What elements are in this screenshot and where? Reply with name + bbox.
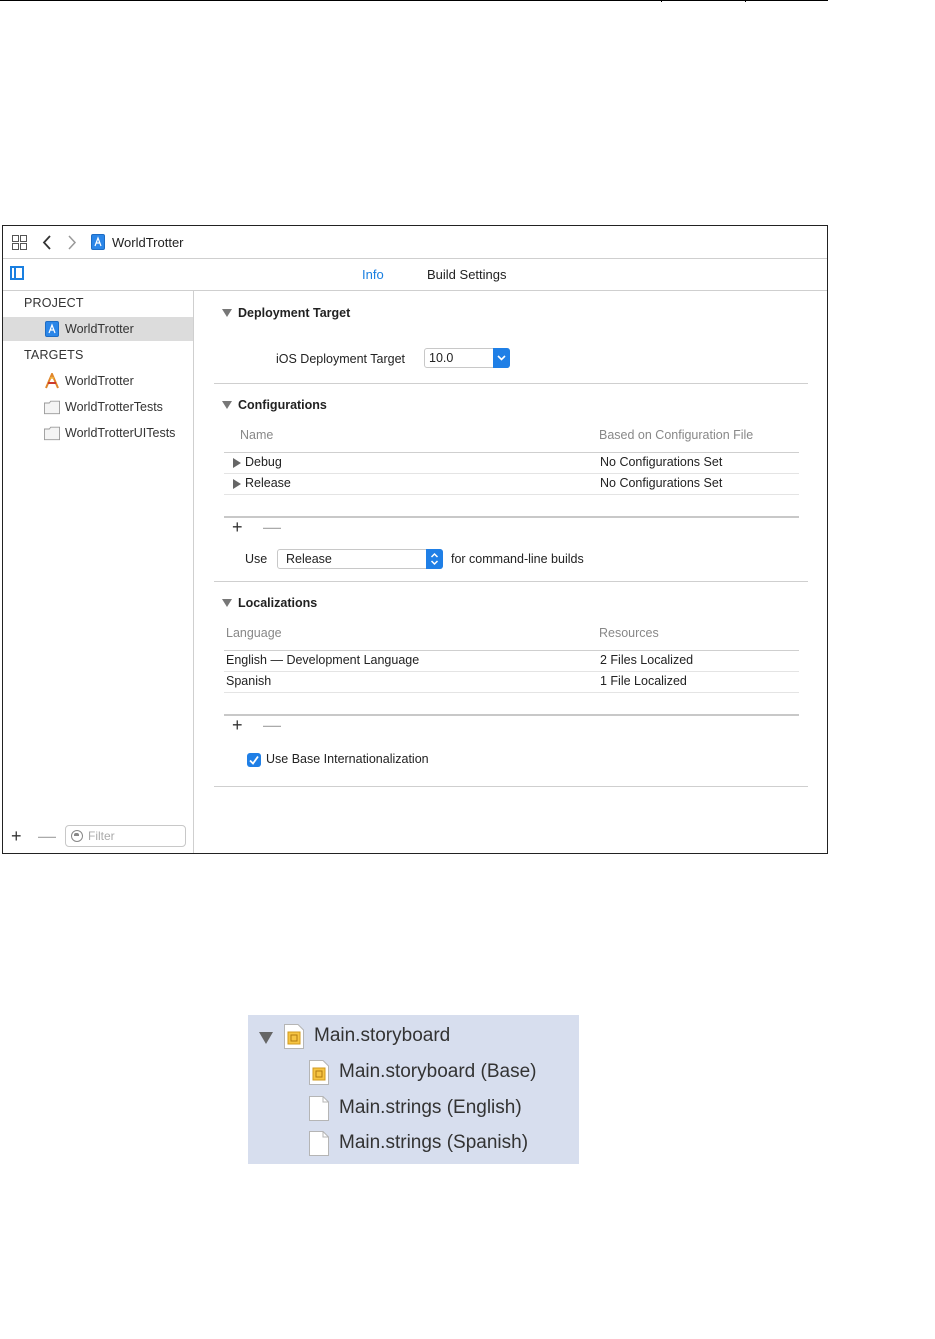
configurations-section-title: Configurations — [238, 398, 327, 412]
strings-file-icon — [309, 1131, 329, 1156]
rule-tick — [661, 0, 662, 2]
remove-configuration-button[interactable]: — — [263, 517, 281, 538]
sidebar-item-target-tests[interactable]: WorldTrotterTests — [3, 395, 193, 419]
row-divider — [224, 671, 799, 672]
row-divider — [224, 692, 799, 693]
resources-count: 2 Files Localized — [600, 653, 694, 667]
row-divider — [224, 473, 799, 474]
section-divider — [214, 581, 808, 582]
project-file-icon — [45, 321, 59, 337]
language-name: English — Development Language — [226, 653, 420, 667]
config-name: Debug — [245, 455, 282, 469]
table-bottom-border — [224, 714, 799, 716]
row-disclosure-triangle[interactable] — [233, 479, 241, 489]
back-chevron-icon[interactable] — [41, 235, 53, 250]
storyboard-file-icon — [284, 1024, 304, 1049]
sidebar-item-label: WorldTrotter — [65, 374, 134, 388]
jump-bar-title[interactable]: WorldTrotter — [112, 235, 184, 250]
tab-info[interactable]: Info — [362, 267, 384, 282]
add-target-button[interactable]: + — [11, 826, 22, 847]
filter-field[interactable] — [65, 825, 186, 847]
sidebar-item-project[interactable]: WorldTrotter — [3, 317, 193, 341]
config-name: Release — [245, 476, 291, 490]
popup-up-down-icon — [426, 549, 443, 569]
section-divider — [214, 383, 808, 384]
test-bundle-icon — [44, 426, 60, 441]
page-top-rule — [0, 0, 828, 2]
add-localization-button[interactable]: + — [232, 715, 243, 736]
rule-tick — [745, 0, 746, 2]
command-line-config-popup[interactable]: Release — [277, 549, 443, 569]
sidebar-item-target-uitests[interactable]: WorldTrotterUITests — [3, 421, 193, 445]
sidebar-item-label: WorldTrotterTests — [65, 400, 163, 414]
targets-section-header: TARGETS — [24, 348, 84, 362]
popup-chevron-down-icon — [493, 348, 510, 368]
project-section-header: PROJECT — [24, 296, 84, 310]
jump-bar: WorldTrotter — [3, 226, 827, 259]
configurations-disclosure-triangle[interactable] — [222, 401, 232, 409]
filter-icon — [71, 830, 83, 842]
deployment-target-value: 10.0 — [429, 351, 454, 365]
sidebar-item-label: WorldTrotterUITests — [65, 426, 176, 440]
group-disclosure-triangle[interactable] — [259, 1032, 273, 1044]
config-file: No Configurations Set — [600, 455, 723, 469]
sidebar-toggle-icon[interactable] — [10, 266, 24, 280]
app-target-icon — [45, 373, 59, 389]
table-bottom-border — [224, 516, 799, 518]
base-internationalization-label[interactable]: Use Base Internationalization — [266, 752, 429, 766]
strings-file-icon — [309, 1096, 329, 1121]
language-name: Spanish — [226, 674, 272, 688]
add-configuration-button[interactable]: + — [232, 517, 243, 538]
checkmark-icon — [249, 755, 259, 765]
deployment-target-popup[interactable]: 10.0 — [424, 348, 510, 368]
column-header-name[interactable]: Name — [240, 428, 273, 442]
column-header-config-file[interactable]: Based on Configuration File — [599, 428, 753, 442]
project-targets-sidebar: PROJECT WorldTrotter TARGETS WorldTrotte… — [3, 291, 194, 853]
xcode-project-window: WorldTrotter Info Build Settings PROJECT… — [2, 225, 828, 854]
filter-input[interactable] — [88, 828, 180, 844]
root-file-label[interactable]: Main.storyboard — [314, 1025, 450, 1047]
sidebar-footer: + — — [3, 823, 193, 853]
table-header-divider — [224, 650, 799, 651]
section-divider — [214, 786, 808, 787]
editor-tab-bar: Info Build Settings — [3, 259, 827, 291]
localizations-disclosure-triangle[interactable] — [222, 599, 232, 607]
test-bundle-icon — [44, 400, 60, 415]
child-file-label[interactable]: Main.storyboard (Base) — [339, 1061, 536, 1083]
sidebar-item-label: WorldTrotter — [65, 322, 134, 336]
use-label: Use — [245, 552, 268, 566]
child-file-label[interactable]: Main.strings (Spanish) — [339, 1132, 528, 1154]
config-file: No Configurations Set — [600, 476, 723, 490]
row-disclosure-triangle[interactable] — [233, 458, 241, 468]
child-file-label[interactable]: Main.strings (English) — [339, 1097, 522, 1119]
remove-localization-button[interactable]: — — [263, 715, 281, 736]
resources-count: 1 File Localized — [600, 674, 687, 688]
tab-build-settings[interactable]: Build Settings — [427, 267, 507, 282]
project-navigator-file-group: Main.storyboard Main.storyboard (Base) M… — [248, 1015, 579, 1164]
remove-target-button[interactable]: — — [38, 826, 56, 847]
forward-chevron-icon[interactable] — [66, 235, 78, 250]
command-line-config-value: Release — [286, 552, 332, 566]
row-divider — [224, 494, 799, 495]
deployment-disclosure-triangle[interactable] — [222, 309, 232, 317]
column-header-resources[interactable]: Resources — [599, 626, 659, 640]
deployment-section-title: Deployment Target — [238, 306, 351, 320]
use-suffix-label: for command-line builds — [451, 552, 584, 566]
project-info-editor: Deployment Target iOS Deployment Target … — [194, 291, 827, 853]
table-header-divider — [224, 452, 799, 453]
column-header-language[interactable]: Language — [226, 626, 282, 640]
related-items-grid-icon[interactable] — [12, 235, 27, 250]
localizations-section-title: Localizations — [238, 596, 318, 610]
project-file-icon — [91, 234, 105, 250]
sidebar-item-target-app[interactable]: WorldTrotter — [3, 369, 193, 393]
storyboard-file-icon — [309, 1060, 329, 1085]
base-internationalization-checkbox[interactable] — [247, 753, 261, 767]
deployment-target-label: iOS Deployment Target — [276, 352, 405, 366]
